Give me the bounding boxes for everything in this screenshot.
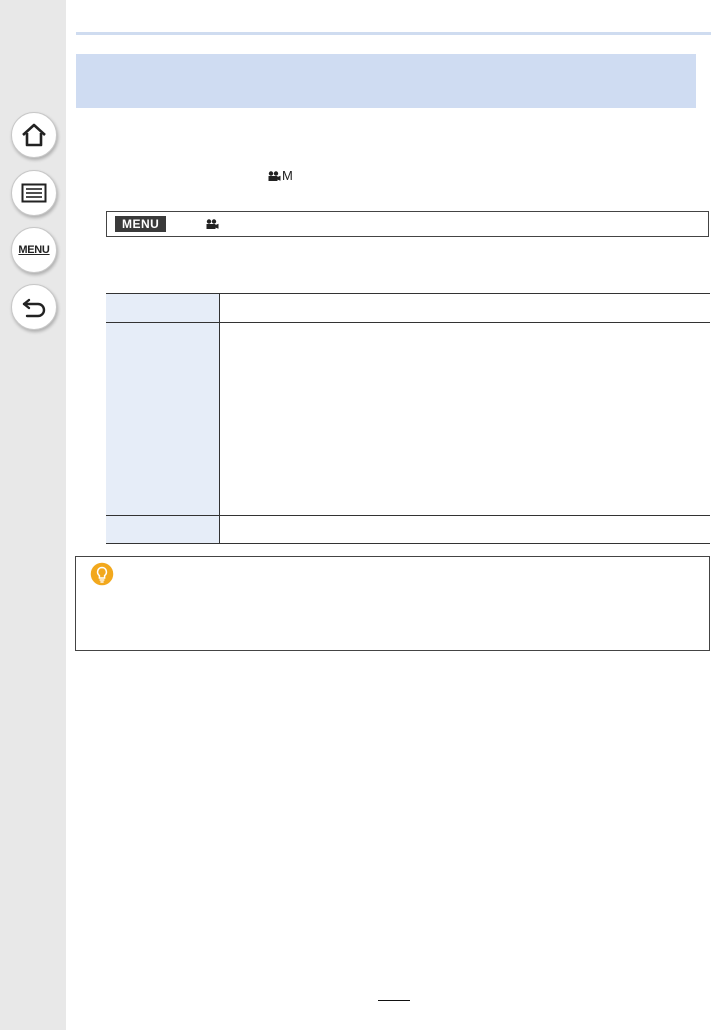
row-label [106,515,220,544]
movie-camera-icon [268,170,281,181]
table-row [106,322,710,516]
menu-button-label: MENU [18,244,50,256]
applicable-mode: M [268,168,293,183]
lightbulb-icon [89,561,115,587]
row-description [219,515,710,544]
settings-table [106,293,710,544]
back-arrow-icon [22,298,46,318]
menu-badge: MENU [115,216,167,232]
row-label [106,322,220,516]
home-icon [22,123,46,147]
row-description [219,322,710,516]
row-label [106,293,220,323]
table-row [106,515,710,544]
contents-button[interactable] [11,170,57,216]
motion-picture-menu-icon [206,219,219,229]
tip-box [75,556,710,651]
table-row [106,293,710,323]
row-description [219,293,710,323]
menu-path: MENU [106,211,709,237]
sidebar: MENU [0,0,66,1030]
section-title-band [76,54,696,108]
list-icon [21,183,47,203]
back-button[interactable] [11,284,57,330]
header-rule [76,32,711,35]
page-number [378,1000,410,1015]
mode-letter: M [282,168,293,183]
menu-button[interactable]: MENU [11,227,57,273]
home-button[interactable] [11,112,57,158]
